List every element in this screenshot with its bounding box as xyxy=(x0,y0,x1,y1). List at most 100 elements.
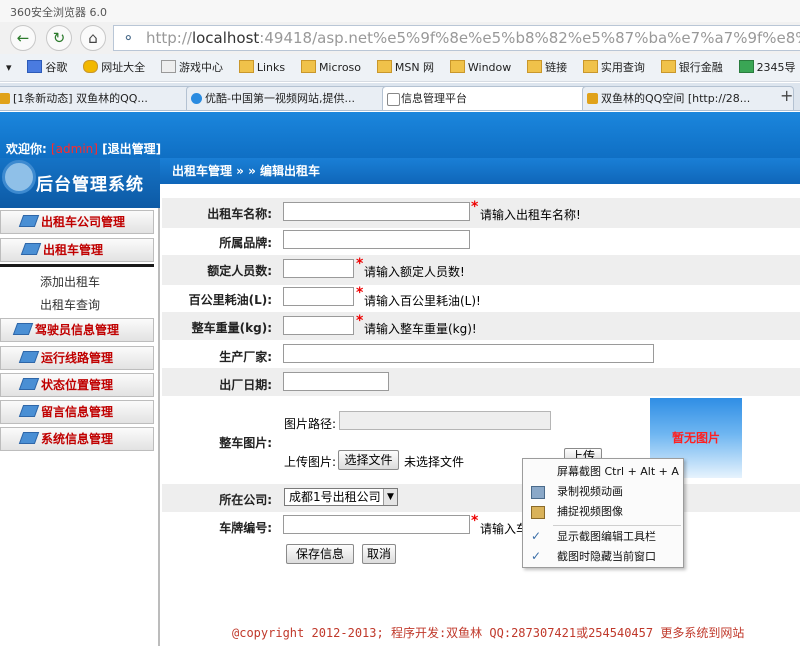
name-hint: 请输入出租车名称! xyxy=(480,208,581,222)
menu-icon xyxy=(18,378,40,390)
submenu-add-taxi[interactable]: 添加出租车 xyxy=(40,273,100,290)
chevron-down-icon[interactable]: ▼ xyxy=(383,489,397,505)
bookmark-query[interactable]: 实用查询 xyxy=(582,54,645,81)
check-icon: ✓ xyxy=(531,549,542,563)
choose-file-button[interactable]: 选择文件 xyxy=(338,450,399,470)
bookmark-windows[interactable]: Window xyxy=(449,54,511,81)
maker-input[interactable] xyxy=(283,344,654,363)
plate-hint: 请输入车 xyxy=(480,522,529,536)
menu-status[interactable]: 状态位置管理 xyxy=(0,373,154,397)
bookmark-games[interactable]: 游戏中心 xyxy=(161,54,223,81)
upload-label: 上传图片: xyxy=(284,455,337,469)
fuel-input[interactable] xyxy=(283,287,354,306)
menu-taxi[interactable]: 出租车管理 xyxy=(0,238,154,262)
menu-icon xyxy=(20,243,42,255)
logo-icon xyxy=(2,160,36,194)
home-icon[interactable]: ⌂ xyxy=(80,25,106,51)
cancel-button[interactable]: 取消 xyxy=(362,544,396,564)
globe-icon xyxy=(83,60,99,73)
required-mark: * xyxy=(356,256,364,272)
logo-title: 后台管理系统 xyxy=(36,175,144,195)
bookmarks-bar: ▾ 谷歌 网址大全 游戏中心 Links Microso MSN 网 Windo… xyxy=(0,54,800,82)
menu-item-capture-frame[interactable]: 捕捉视频图像 xyxy=(523,502,683,522)
menu-route[interactable]: 运行线路管理 xyxy=(0,346,154,370)
welcome-bar: 欢迎你: [admin] [退出管理] xyxy=(6,140,161,157)
bookmark-google[interactable]: 谷歌 xyxy=(27,54,67,81)
required-mark: * xyxy=(471,513,479,529)
brand-label: 所属品牌: xyxy=(219,236,272,250)
menu-message[interactable]: 留言信息管理 xyxy=(0,400,154,424)
bookmark-msn[interactable]: MSN 网 xyxy=(376,54,434,81)
google-icon xyxy=(27,60,43,73)
tab-qq-space[interactable]: 双鱼林的QQ空间 [http://28... xyxy=(582,86,794,110)
menu-item-show-toolbar[interactable]: ✓ 显示截图编辑工具栏 xyxy=(523,527,683,547)
username: [admin] xyxy=(51,142,98,156)
plate-input[interactable] xyxy=(283,515,470,534)
check-icon: ✓ xyxy=(531,529,542,543)
refresh-icon[interactable]: ↻ xyxy=(46,25,72,51)
menu-separator xyxy=(553,525,681,526)
folder-icon xyxy=(300,60,316,73)
date-input[interactable] xyxy=(283,372,389,391)
company-select-value: 成都1号出租公司 xyxy=(289,490,381,504)
page-icon xyxy=(387,93,400,106)
plate-label: 车牌编号: xyxy=(219,521,272,535)
url-rest: :49418/asp.net%e5%9f%8e%e5%b8%82%e5%87%b… xyxy=(259,29,800,47)
photo-label: 整车图片: xyxy=(219,436,272,450)
photo-path-label: 图片路径: xyxy=(284,417,337,431)
menu-taxi-company[interactable]: 出租车公司管理 xyxy=(0,210,154,234)
folder-icon xyxy=(449,60,465,73)
required-mark: * xyxy=(356,285,364,301)
name-label: 出租车名称: xyxy=(207,207,272,221)
back-icon[interactable]: ← xyxy=(10,25,36,51)
2345-icon xyxy=(738,60,754,73)
menu-item-screenshot[interactable]: 屏幕截图 Ctrl + Alt + A xyxy=(523,462,683,482)
taxi-name-input[interactable] xyxy=(283,202,470,221)
star-icon xyxy=(0,93,10,104)
required-mark: * xyxy=(356,313,364,329)
new-tab-button[interactable]: + xyxy=(780,86,793,105)
tab-info-platform[interactable]: 信息管理平台✕ xyxy=(382,86,598,110)
menu-icon xyxy=(18,405,40,417)
bookmark-menu-icon[interactable]: ▾ xyxy=(6,54,12,81)
no-file-text: 未选择文件 xyxy=(404,455,465,469)
bookmark-hao[interactable]: 网址大全 xyxy=(83,54,145,81)
tab-qq-news[interactable]: [1条新动态] 双鱼林的QQ...✕ xyxy=(0,86,204,110)
brand-input[interactable] xyxy=(283,230,470,249)
seats-hint: 请输入额定人员数! xyxy=(364,265,465,279)
tab-youku[interactable]: 优酷-中国第一视频网站,提供...✕ xyxy=(186,86,398,110)
fuel-label: 百公里耗油(L): xyxy=(188,293,272,307)
bookmark-links-cn[interactable]: 链接 xyxy=(527,54,567,81)
logout-link[interactable]: [退出管理] xyxy=(102,142,161,156)
menu-driver[interactable]: 驾驶员信息管理 xyxy=(0,318,154,342)
seats-input[interactable] xyxy=(283,259,354,278)
save-button[interactable]: 保存信息 xyxy=(286,544,354,564)
submenu-query-taxi[interactable]: 出租车查询 xyxy=(40,296,100,313)
bookmark-bank[interactable]: 银行金融 xyxy=(660,54,723,81)
bookmark-microsoft[interactable]: Microso xyxy=(300,54,361,81)
folder-icon xyxy=(376,60,392,73)
maker-label: 生产厂家: xyxy=(219,350,272,364)
browser-title-bar: 360安全浏览器 6.0 xyxy=(0,0,800,22)
browser-nav-bar: ← ↻ ⌂ ⚬ http://localhost:49418/asp.net%e… xyxy=(0,22,800,54)
address-bar[interactable]: ⚬ http://localhost:49418/asp.net%e5%9f%8… xyxy=(113,25,800,51)
play-icon xyxy=(191,93,202,104)
company-select[interactable]: 成都1号出租公司 ▼ xyxy=(284,488,398,506)
weight-hint: 请输入整车重量(kg)! xyxy=(364,322,477,336)
shield-icon: ⚬ xyxy=(122,29,135,47)
browser-title: 360安全浏览器 6.0 xyxy=(10,6,107,19)
menu-system[interactable]: 系统信息管理 xyxy=(0,427,154,451)
weight-input[interactable] xyxy=(283,316,354,335)
welcome-text: 欢迎你: xyxy=(6,142,47,156)
url-prefix: http:// xyxy=(146,29,192,47)
bookmark-2345[interactable]: 2345导 xyxy=(738,54,796,81)
photo-path-input xyxy=(339,411,551,430)
menu-item-hide-window[interactable]: ✓ 截图时隐藏当前窗口 xyxy=(523,547,683,567)
folder-icon xyxy=(660,60,676,73)
seats-label: 额定人员数: xyxy=(207,264,272,278)
screenshot-context-menu: 屏幕截图 Ctrl + Alt + A 录制视频动画 捕捉视频图像 ✓ 显示截图编… xyxy=(522,458,684,568)
company-label: 所在公司: xyxy=(219,493,272,507)
bookmark-links[interactable]: Links xyxy=(238,54,285,81)
menu-icon xyxy=(18,432,40,444)
menu-item-record-video[interactable]: 录制视频动画 xyxy=(523,482,683,502)
